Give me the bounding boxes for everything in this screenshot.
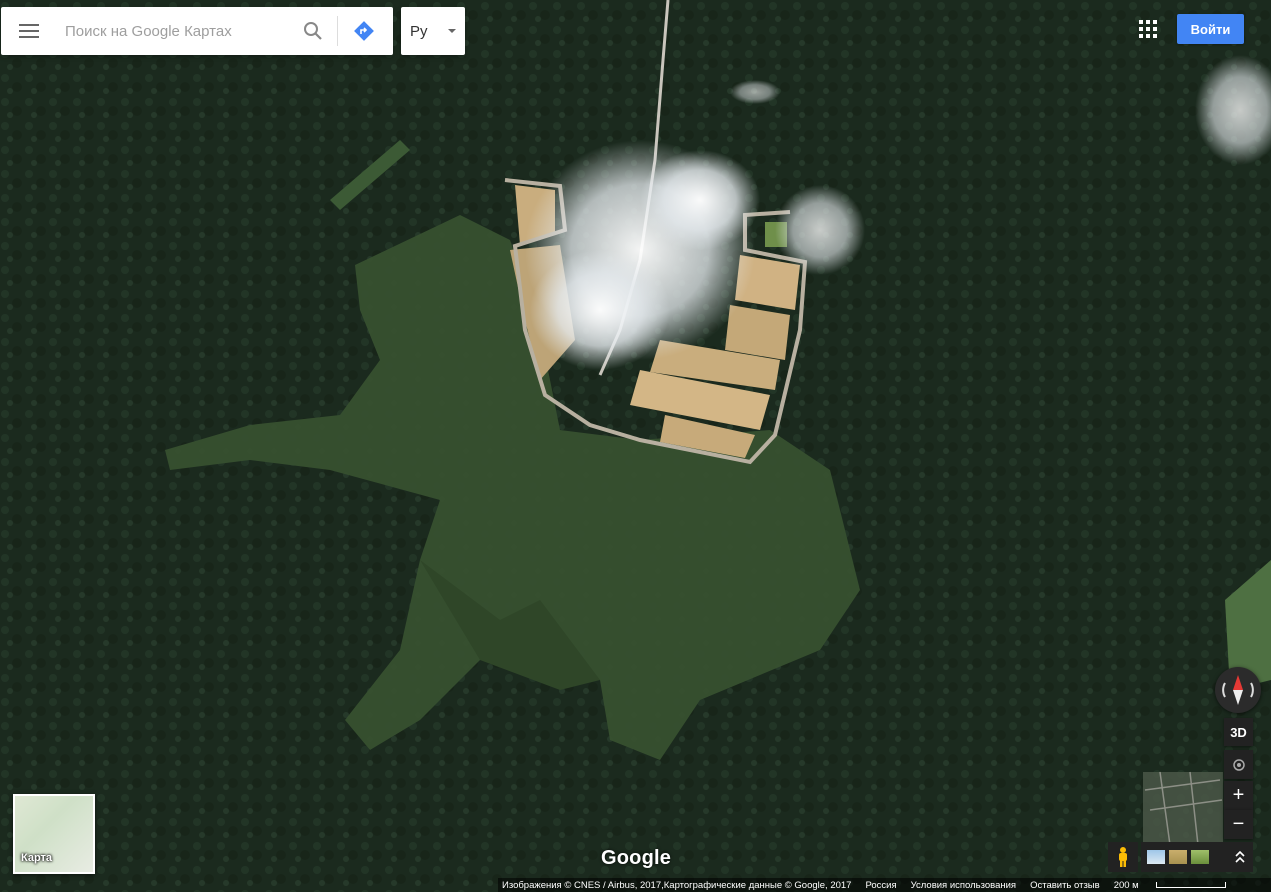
layers-expand-icon[interactable] xyxy=(1235,851,1245,863)
chevron-down-icon xyxy=(448,29,456,33)
directions-button[interactable] xyxy=(344,7,384,55)
language-selector[interactable]: Ру xyxy=(401,7,465,55)
feedback-link[interactable]: Оставить отзыв xyxy=(1030,880,1100,891)
satellite-map[interactable] xyxy=(0,0,1271,892)
footer-bar: Изображения © CNES / Airbus, 2017,Картог… xyxy=(498,878,1271,892)
search-input[interactable] xyxy=(57,11,293,51)
layer-thumbnail-green[interactable] xyxy=(1191,850,1209,864)
minimap-label: Карта xyxy=(21,852,53,864)
three-d-toggle[interactable]: 3D xyxy=(1224,718,1253,746)
terms-link[interactable]: Условия использования xyxy=(911,880,1016,891)
search-icon xyxy=(304,22,322,40)
scale-bar[interactable]: 200 м xyxy=(1114,880,1240,891)
zoom-in-button[interactable]: + xyxy=(1224,781,1253,810)
imagery-layers xyxy=(1141,842,1253,872)
menu-icon xyxy=(19,24,39,38)
map-view-toggle[interactable]: Карта xyxy=(13,794,95,874)
country-link[interactable]: Россия xyxy=(865,880,896,891)
scale-line xyxy=(1155,881,1226,888)
attribution-text: Изображения © CNES / Airbus, 2017,Картог… xyxy=(502,879,852,891)
search-button[interactable] xyxy=(293,7,333,55)
village-area xyxy=(1143,771,1223,847)
search-box xyxy=(1,7,393,55)
my-location-button[interactable] xyxy=(1224,750,1253,779)
sign-in-button[interactable]: Войти xyxy=(1177,14,1244,44)
compass-button[interactable] xyxy=(1215,667,1261,713)
street-view-pegman[interactable] xyxy=(1108,842,1138,872)
menu-button[interactable] xyxy=(1,7,57,55)
divider xyxy=(337,16,338,46)
my-location-icon xyxy=(1232,758,1245,771)
zoom-out-button[interactable]: − xyxy=(1224,810,1253,839)
layer-thumbnail-sky[interactable] xyxy=(1147,850,1165,864)
google-logo: Google xyxy=(601,847,672,869)
layer-thumbnail-field[interactable] xyxy=(1169,850,1187,864)
pegman-icon xyxy=(1119,847,1127,867)
apps-icon[interactable] xyxy=(1139,20,1157,38)
directions-icon xyxy=(354,21,374,41)
compass-icon xyxy=(1222,675,1254,705)
scale-label: 200 м xyxy=(1113,879,1139,891)
language-label: Ру xyxy=(410,22,428,40)
